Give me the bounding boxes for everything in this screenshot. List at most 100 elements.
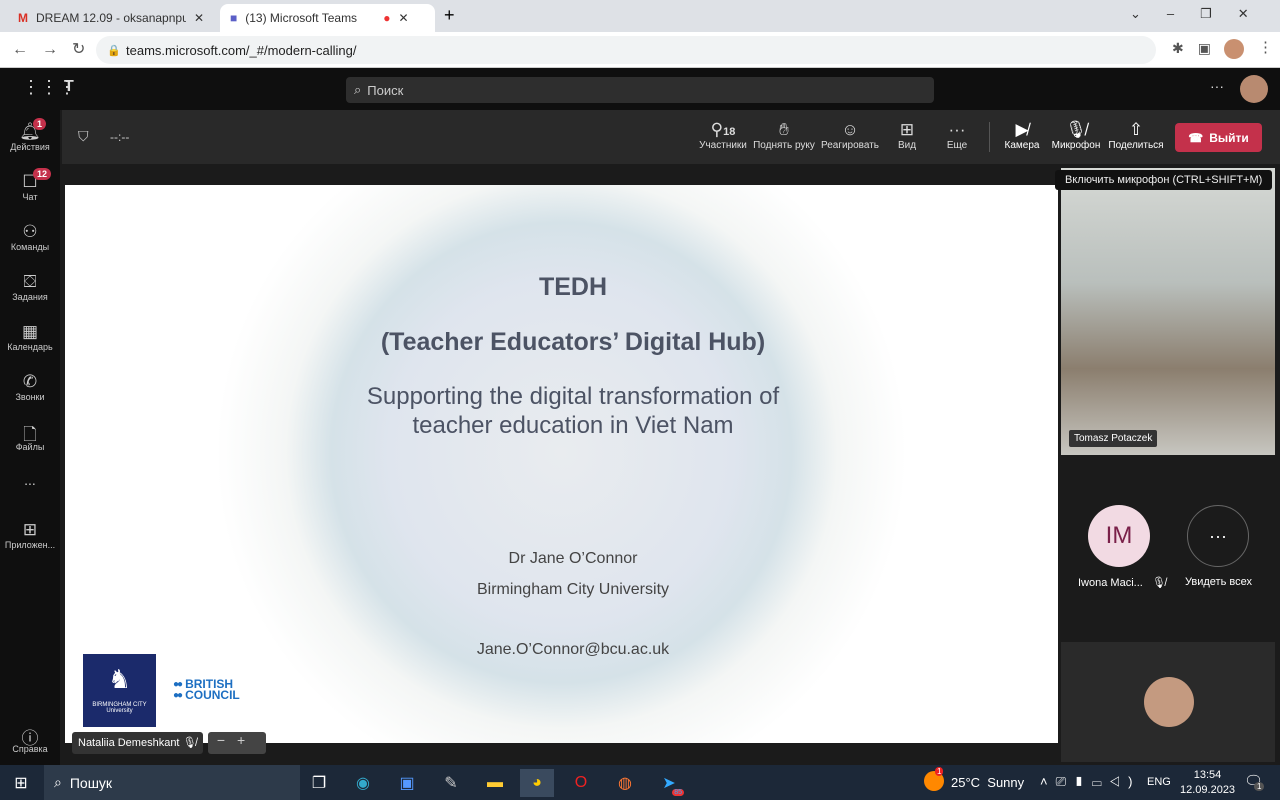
shield-icon: ⛉ — [78, 128, 89, 144]
task-view-icon[interactable]: ❐ — [302, 769, 336, 797]
teams-icon: ■ — [230, 11, 238, 25]
hangup-icon: ☎ — [1188, 130, 1204, 145]
ellipsis-icon: ··· — [1209, 525, 1227, 546]
tab-teams[interactable]: ■ (13) Microsoft Teams ● ✕ — [220, 4, 435, 32]
edge-icon[interactable]: ◉ — [346, 769, 380, 797]
file-icon: 🗋 — [23, 425, 37, 444]
nav-buttons[interactable]: ←→↻ — [12, 39, 99, 59]
rail-files[interactable]: 🗋 Файлы — [0, 422, 60, 452]
rail-calls[interactable]: ✆ Звонки — [0, 372, 60, 402]
lock-icon: 🔒 — [107, 44, 121, 57]
telegram-icon[interactable]: ➤ 85 — [652, 769, 686, 797]
mic-tooltip: Включить микрофон (CTRL+SHIFT+M) — [1055, 170, 1273, 190]
recording-icon: ● — [383, 11, 391, 25]
presenter-label: Nataliia Demeshkant 🎙︎̸ — [72, 732, 203, 754]
meeting-toolbar: ⛉ --:-- ⚲18 Участники ✋︎ Поднять руку ☺ Реа… — [62, 110, 1280, 164]
self-avatar — [1144, 677, 1194, 727]
bell-icon: 🔔︎ — [19, 122, 41, 141]
share-button[interactable]: ⇧ Поделиться — [1108, 120, 1164, 151]
language-indicator[interactable]: ENG — [1147, 776, 1171, 788]
dots-icon: ●● ●● — [173, 679, 183, 701]
participant-avatar[interactable]: IM — [1088, 505, 1150, 567]
taskbar-search[interactable]: ⌕ Пошук — [44, 765, 300, 800]
more-button[interactable]: ··· Еще — [942, 120, 972, 151]
address-bar-row: ←→↻ 🔒 teams.microsoft.com/_#/modern-calli… — [0, 32, 1280, 68]
camera-button[interactable]: ▶︎̸ Камера — [1002, 120, 1042, 151]
slide-author: Dr Jane O’Connor — [508, 550, 638, 567]
close-tab-icon[interactable]: ✕ — [194, 11, 204, 25]
leave-button[interactable]: ☎ Выйти — [1175, 123, 1262, 152]
slide-line: teacher education in Viet Nam — [412, 412, 734, 439]
view-button[interactable]: ⊞ Вид — [892, 120, 922, 151]
search-input[interactable]: ⌕ Поиск — [346, 77, 934, 103]
opera-icon[interactable]: O — [564, 769, 598, 797]
firefox-icon[interactable]: ◍ — [608, 769, 642, 797]
rail-help[interactable]: ⓘ Справка — [0, 724, 60, 754]
notifications-icon[interactable]: 🗨︎ 1 — [1244, 772, 1265, 791]
smiley-icon: ☺ — [841, 120, 859, 139]
backpack-icon: ⛋ — [23, 272, 37, 291]
apps-icon: ⊞ — [22, 520, 38, 539]
mic-off-icon: 🎙︎̸ — [1151, 577, 1166, 589]
help-icon: ⓘ — [21, 729, 39, 748]
bcu-logo: ♞ BIRMINGHAM CITY University — [83, 654, 156, 727]
start-icon[interactable]: ⊞ — [4, 769, 38, 797]
meeting-timer: --:-- — [110, 130, 130, 144]
slide-org: Birmingham City University — [476, 581, 670, 598]
rail-calendar[interactable]: ▦ Календарь — [0, 322, 60, 352]
rail-teams[interactable]: ⚇ Команды — [0, 222, 60, 252]
search-icon: ⌕ — [54, 774, 62, 790]
app-icon[interactable]: ▣ — [390, 769, 424, 797]
explorer-icon[interactable]: ▬ — [478, 769, 512, 797]
participant-name: Tomasz Potaczek — [1069, 430, 1158, 447]
participant-name: Iwona Maci... 🎙︎̸ — [1078, 577, 1166, 589]
ellipsis-icon: ··· — [948, 120, 966, 139]
clock[interactable]: 13:54 12.09.2023 — [1180, 768, 1235, 798]
participants-button[interactable]: ⚲18 Участники — [698, 120, 748, 151]
app-icon[interactable]: ✎ — [434, 769, 468, 797]
mic-button[interactable]: 🎙︎̸ Микрофон — [1050, 120, 1102, 151]
more-icon[interactable]: ··· — [1210, 78, 1224, 94]
rail-activity[interactable]: 🔔︎ 1 Действия — [0, 118, 60, 152]
tab-gmail[interactable]: MDREAM 12.09 - oksanapnpu@gm✕ — [8, 4, 218, 32]
extensions-icons[interactable]: ✱▣ — [1172, 40, 1225, 57]
hand-icon: ✋︎ — [779, 120, 789, 139]
divider — [989, 122, 990, 152]
share-icon: ⇧ — [1128, 120, 1144, 139]
url-input[interactable]: 🔒 teams.microsoft.com/_#/modern-calling/ — [96, 36, 1156, 64]
slide-line: Supporting the digital transformation of — [366, 383, 780, 410]
participant-video[interactable]: Tomasz Potaczek — [1061, 168, 1275, 455]
window-controls[interactable]: ⌄–❐✕ — [1130, 6, 1275, 22]
windows-taskbar: ⊞ ⌕ Пошук ❐ ◉ ▣ ✎ ▬ ◕ O ◍ ➤ 85 1 25°C Sunn… — [0, 765, 1280, 800]
self-video — [1061, 642, 1275, 762]
rail-apps[interactable]: ⊞ Приложен... — [0, 520, 60, 550]
rail-chat[interactable]: ☐ 12 Чат — [0, 168, 60, 202]
slide-email: Jane.O’Connor@bcu.ac.uk — [476, 641, 670, 658]
react-button[interactable]: ☺ Реагировать — [820, 120, 880, 151]
profile-avatar[interactable] — [1224, 39, 1244, 59]
slide-subtitle: (Teacher Educators’ Digital Hub) — [380, 328, 766, 356]
rail-assignments[interactable]: ⛋ Задания — [0, 272, 60, 302]
close-tab-icon[interactable]: ✕ — [399, 11, 409, 25]
camera-off-icon: ▶︎̸ — [1015, 120, 1029, 139]
left-rail: 🔔︎ 1 Действия ☐ 12 Чат ⚇ Команды ⛋ Задания ▦ Ка… — [0, 110, 60, 765]
menu-icon[interactable]: ⋮ — [1258, 38, 1273, 56]
see-all-label: Увидеть всех — [1185, 576, 1252, 588]
user-avatar[interactable] — [1240, 75, 1268, 103]
see-all-button[interactable]: ··· — [1187, 505, 1249, 567]
teams-icon: ⚇ — [22, 222, 38, 241]
raise-hand-button[interactable]: ✋︎ Поднять руку — [752, 120, 816, 151]
shared-slide: TEDH (Teacher Educators’ Digital Hub) Su… — [65, 185, 1058, 743]
rail-more[interactable]: ... — [0, 472, 60, 488]
zoom-controls[interactable]: −+ — [208, 732, 266, 754]
slide-title: TEDH — [538, 273, 608, 301]
new-tab-button[interactable]: + — [444, 5, 455, 26]
chrome-icon[interactable]: ◕ — [520, 769, 554, 797]
browser-tab-bar: MDREAM 12.09 - oksanapnpu@gm✕ ■(13) Micr… — [0, 0, 1280, 32]
weather-icon[interactable]: 1 — [924, 767, 944, 791]
phone-icon: ✆ — [22, 372, 38, 391]
tray-icons[interactable]: ˄⎚▮▭◁) — [1040, 774, 1141, 790]
gmail-icon: M — [18, 11, 28, 25]
weather-text[interactable]: 25°C Sunny — [951, 775, 1024, 790]
teams-logo-icon: T — [64, 78, 74, 95]
